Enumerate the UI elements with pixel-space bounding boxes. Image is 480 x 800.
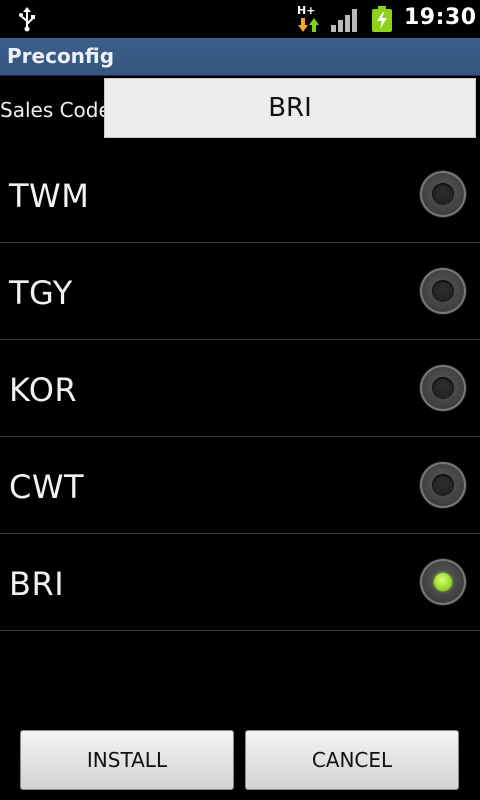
radio-button-cwt[interactable] <box>420 462 466 508</box>
list-item-twm[interactable]: TWM <box>0 146 480 243</box>
radio-button-twm[interactable] <box>420 171 466 217</box>
sales-code-label: Sales Code <box>0 98 111 122</box>
title-bar: Preconfig <box>0 38 480 76</box>
list-item-label: BRI <box>9 565 65 603</box>
list-item-bri[interactable]: BRI <box>0 534 480 631</box>
sales-code-field[interactable]: BRI <box>104 78 476 138</box>
radio-button-kor[interactable] <box>420 365 466 411</box>
list-item-tgy[interactable]: TGY <box>0 243 480 340</box>
signal-icon <box>331 9 357 32</box>
network-type-label: H+ <box>297 4 316 17</box>
list-item-label: TGY <box>9 274 73 312</box>
radio-button-bri[interactable] <box>420 559 466 605</box>
hplus-data-icon: H+ <box>296 4 322 32</box>
screen: H+ 19:30 Preconfig Sales Code BRI TWM TG… <box>0 0 480 800</box>
list-item-label: TWM <box>9 177 90 215</box>
sales-code-list: TWM TGY KOR CWT BRI <box>0 146 480 631</box>
list-item-label: KOR <box>9 371 78 409</box>
page-title: Preconfig <box>7 44 115 68</box>
list-item-cwt[interactable]: CWT <box>0 437 480 534</box>
radio-button-tgy[interactable] <box>420 268 466 314</box>
list-item-kor[interactable]: KOR <box>0 340 480 437</box>
cancel-button[interactable]: CANCEL <box>245 730 459 790</box>
install-button[interactable]: INSTALL <box>20 730 234 790</box>
list-item-label: CWT <box>9 468 85 506</box>
status-bar: H+ 19:30 <box>0 0 480 38</box>
battery-charging-icon <box>372 6 392 32</box>
usb-icon <box>19 7 35 32</box>
status-time: 19:30 <box>404 5 477 30</box>
